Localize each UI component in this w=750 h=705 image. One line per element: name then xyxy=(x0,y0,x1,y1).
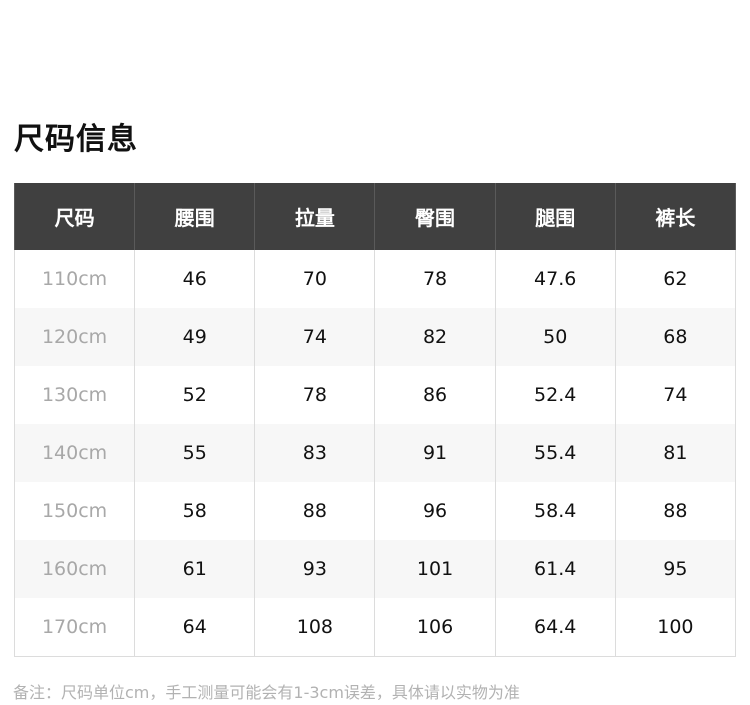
cell-thigh: 52.4 xyxy=(494,366,616,424)
table-row: 120cm 49 74 82 50 68 xyxy=(13,308,737,366)
table-row: 150cm 58 88 96 58.4 88 xyxy=(13,482,737,540)
cell-waist: 61 xyxy=(134,540,256,598)
cell-size: 150cm xyxy=(13,482,136,540)
cell-waist: 55 xyxy=(134,424,256,482)
measurement-note: 备注：尺码单位cm，手工测量可能会有1-3cm误差，具体请以实物为准 xyxy=(13,683,520,702)
cell-stretch: 108 xyxy=(254,598,376,657)
cell-length: 88 xyxy=(614,482,737,540)
header-hip: 臀围 xyxy=(374,183,496,250)
cell-waist: 49 xyxy=(134,308,256,366)
cell-size: 120cm xyxy=(13,308,136,366)
cell-length: 68 xyxy=(614,308,737,366)
cell-length: 81 xyxy=(614,424,737,482)
cell-size: 170cm xyxy=(13,598,136,657)
cell-waist: 52 xyxy=(134,366,256,424)
table-row: 140cm 55 83 91 55.4 81 xyxy=(13,424,737,482)
header-row: 尺码 腰围 拉量 臀围 腿围 裤长 xyxy=(13,183,737,250)
table-body: 110cm 46 70 78 47.6 62 120cm 49 74 82 50… xyxy=(13,250,737,657)
size-table: 尺码 腰围 拉量 臀围 腿围 裤长 110cm 46 70 78 47.6 62… xyxy=(13,183,737,657)
page-title: 尺码信息 xyxy=(14,122,138,157)
cell-stretch: 88 xyxy=(254,482,376,540)
cell-hip: 86 xyxy=(374,366,496,424)
cell-length: 100 xyxy=(614,598,737,657)
table-row: 170cm 64 108 106 64.4 100 xyxy=(13,598,737,657)
cell-size: 130cm xyxy=(13,366,136,424)
cell-length: 74 xyxy=(614,366,737,424)
cell-size: 110cm xyxy=(13,250,136,308)
header-length: 裤长 xyxy=(614,183,737,250)
cell-thigh: 64.4 xyxy=(494,598,616,657)
cell-waist: 64 xyxy=(134,598,256,657)
cell-hip: 106 xyxy=(374,598,496,657)
cell-waist: 46 xyxy=(134,250,256,308)
header-thigh: 腿围 xyxy=(494,183,616,250)
cell-hip: 101 xyxy=(374,540,496,598)
cell-length: 95 xyxy=(614,540,737,598)
table-row: 130cm 52 78 86 52.4 74 xyxy=(13,366,737,424)
cell-size: 140cm xyxy=(13,424,136,482)
table-header: 尺码 腰围 拉量 臀围 腿围 裤长 xyxy=(13,183,737,250)
header-size: 尺码 xyxy=(13,183,136,250)
cell-hip: 96 xyxy=(374,482,496,540)
cell-thigh: 47.6 xyxy=(494,250,616,308)
cell-thigh: 50 xyxy=(494,308,616,366)
cell-stretch: 78 xyxy=(254,366,376,424)
cell-stretch: 74 xyxy=(254,308,376,366)
cell-stretch: 93 xyxy=(254,540,376,598)
header-stretch: 拉量 xyxy=(254,183,376,250)
cell-thigh: 61.4 xyxy=(494,540,616,598)
cell-length: 62 xyxy=(614,250,737,308)
cell-thigh: 55.4 xyxy=(494,424,616,482)
cell-hip: 91 xyxy=(374,424,496,482)
cell-thigh: 58.4 xyxy=(494,482,616,540)
table-row: 110cm 46 70 78 47.6 62 xyxy=(13,250,737,308)
cell-hip: 78 xyxy=(374,250,496,308)
table-row: 160cm 61 93 101 61.4 95 xyxy=(13,540,737,598)
cell-waist: 58 xyxy=(134,482,256,540)
cell-size: 160cm xyxy=(13,540,136,598)
header-waist: 腰围 xyxy=(134,183,256,250)
cell-stretch: 70 xyxy=(254,250,376,308)
cell-hip: 82 xyxy=(374,308,496,366)
cell-stretch: 83 xyxy=(254,424,376,482)
